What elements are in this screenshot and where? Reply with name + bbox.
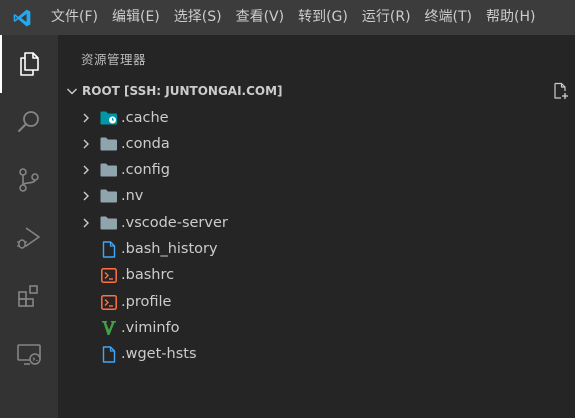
explorer-sidebar: 资源管理器 ROOT [SSH: JUNTONGAI.COM] .cache .… [58, 35, 575, 418]
activity-source-control[interactable] [0, 151, 58, 209]
menu-help[interactable]: 帮助(H) [479, 0, 542, 35]
folder-icon [98, 131, 120, 157]
tree-item-label: .bashrc [121, 267, 175, 283]
activity-extensions[interactable] [0, 267, 58, 325]
tree-file-wget-hsts[interactable]: .wget-hsts [58, 341, 575, 367]
activity-remote-explorer[interactable] [0, 325, 58, 383]
extensions-icon [18, 285, 38, 307]
tree-item-label: .viminfo [121, 320, 180, 336]
activity-search[interactable] [0, 93, 58, 151]
menu-run[interactable]: 运行(R) [355, 0, 418, 35]
tree-file-profile[interactable]: .profile [58, 289, 575, 315]
activity-bar [0, 35, 58, 418]
run-debug-icon [17, 227, 40, 249]
tree-item-label: .nv [121, 188, 144, 204]
tree-folder-vscode-server[interactable]: .vscode-server [58, 210, 575, 236]
vim-file-icon [98, 315, 120, 341]
tree-file-bash-history[interactable]: .bash_history [58, 236, 575, 262]
tree-item-label: .bash_history [121, 241, 218, 257]
chevron-right-icon [78, 131, 94, 157]
explorer-icon [20, 52, 39, 76]
source-control-icon [19, 168, 39, 192]
file-icon [98, 341, 120, 367]
tree-item-label: .vscode-server [121, 215, 228, 231]
tree-item-label: .wget-hsts [121, 346, 197, 362]
tree-item-label: .conda [121, 136, 170, 152]
tree-file-bashrc[interactable]: .bashrc [58, 262, 575, 288]
tree-item-label: .config [121, 162, 170, 178]
search-icon [18, 111, 39, 132]
sidebar-title: 资源管理器 [81, 52, 147, 67]
title-bar: 文件(F) 编辑(E) 选择(S) 查看(V) 转到(G) 运行(R) 终端(T… [0, 0, 575, 35]
chevron-right-icon [78, 183, 94, 209]
chevron-right-icon [78, 210, 94, 236]
tree-file-viminfo[interactable]: .viminfo [58, 315, 575, 341]
menu-view[interactable]: 查看(V) [229, 0, 292, 35]
new-file-icon [554, 82, 568, 99]
menu-edit[interactable]: 编辑(E) [105, 0, 167, 35]
activity-run-debug[interactable] [0, 209, 58, 267]
menu-terminal[interactable]: 终端(T) [418, 0, 479, 35]
folder-icon [98, 183, 120, 209]
new-file-button[interactable] [551, 81, 571, 101]
tree-item-label: .profile [121, 294, 172, 310]
activity-explorer[interactable] [0, 35, 58, 93]
remote-explorer-icon [17, 344, 41, 365]
workspace-section-header[interactable]: ROOT [SSH: JUNTONGAI.COM] [58, 79, 575, 103]
chevron-down-icon [62, 79, 82, 103]
vscode-logo-icon[interactable] [0, 0, 44, 35]
menu-selection[interactable]: 选择(S) [167, 0, 229, 35]
folder-cache-icon [98, 105, 120, 131]
workspace-section-title: ROOT [SSH: JUNTONGAI.COM] [82, 84, 283, 98]
folder-icon [98, 210, 120, 236]
menu-go[interactable]: 转到(G) [291, 0, 355, 35]
menu-file[interactable]: 文件(F) [44, 0, 105, 35]
chevron-right-icon [78, 157, 94, 183]
tree-folder-nv[interactable]: .nv [58, 183, 575, 209]
folder-icon [98, 157, 120, 183]
chevron-right-icon [78, 105, 94, 131]
tree-folder-config[interactable]: .config [58, 157, 575, 183]
file-icon [98, 236, 120, 262]
tree-folder-cache[interactable]: .cache [58, 105, 575, 131]
tree-item-label: .cache [121, 110, 169, 126]
tree-folder-conda[interactable]: .conda [58, 131, 575, 157]
terminal-file-icon [98, 262, 120, 288]
terminal-file-icon [98, 289, 120, 315]
